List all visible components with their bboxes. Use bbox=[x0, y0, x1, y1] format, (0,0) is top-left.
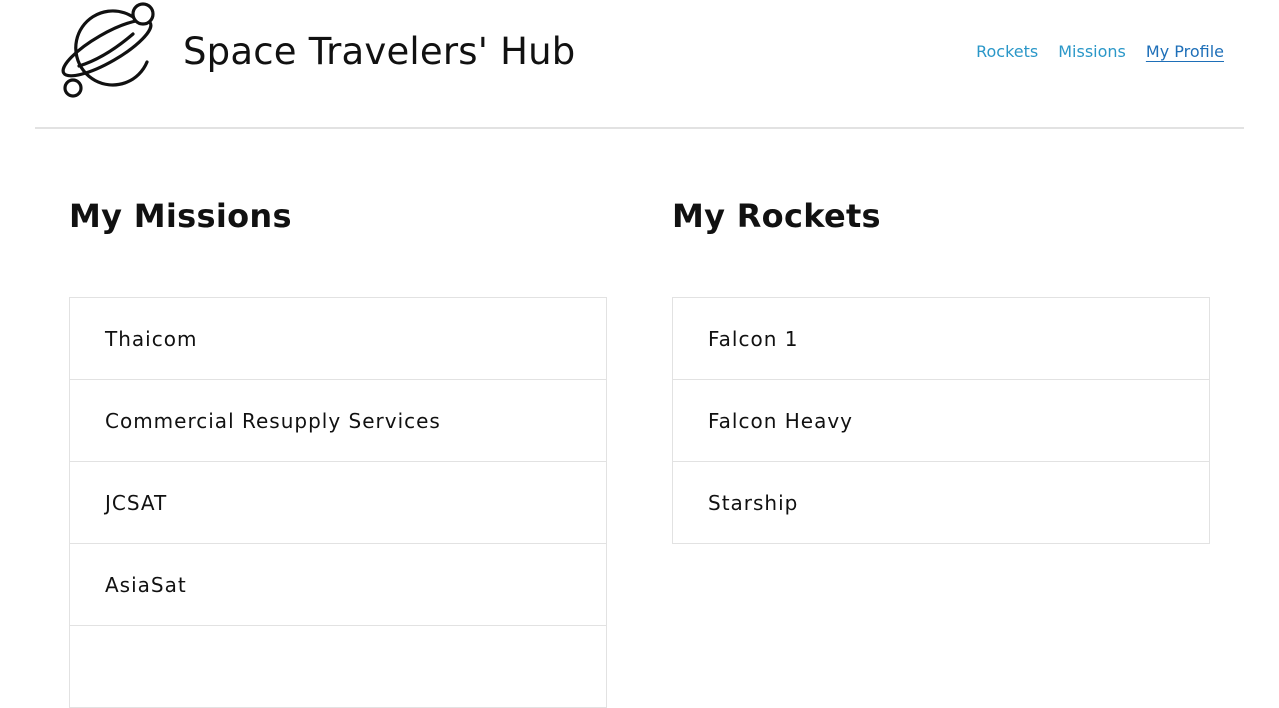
missions-list: Thaicom Commercial Resupply Services JCS… bbox=[69, 297, 607, 708]
nav-link-rockets[interactable]: Rockets bbox=[976, 42, 1038, 61]
rocket-item: Falcon Heavy bbox=[673, 380, 1209, 462]
mission-item bbox=[70, 626, 606, 708]
nav-link-missions[interactable]: Missions bbox=[1058, 42, 1126, 61]
site-title: Space Travelers' Hub bbox=[183, 30, 576, 73]
rocket-item: Starship bbox=[673, 462, 1209, 544]
my-rockets-title: My Rockets bbox=[672, 197, 881, 235]
my-rockets-section: My Rockets Falcon 1 Falcon Heavy Starshi… bbox=[672, 196, 1210, 544]
mission-item: AsiaSat bbox=[70, 544, 606, 626]
mission-item: JCSAT bbox=[70, 462, 606, 544]
planet-logo-icon[interactable] bbox=[55, 0, 159, 104]
my-missions-title: My Missions bbox=[69, 197, 292, 235]
rockets-list: Falcon 1 Falcon Heavy Starship bbox=[672, 297, 1210, 544]
rocket-item: Falcon 1 bbox=[673, 298, 1209, 380]
site-header: Space Travelers' Hub Rockets Missions My… bbox=[35, 0, 1244, 129]
mission-item: Commercial Resupply Services bbox=[70, 380, 606, 462]
mission-item: Thaicom bbox=[70, 298, 606, 380]
nav-link-my-profile[interactable]: My Profile bbox=[1146, 42, 1224, 61]
my-missions-section: My Missions Thaicom Commercial Resupply … bbox=[69, 196, 607, 708]
main-nav: Rockets Missions My Profile bbox=[976, 42, 1224, 61]
